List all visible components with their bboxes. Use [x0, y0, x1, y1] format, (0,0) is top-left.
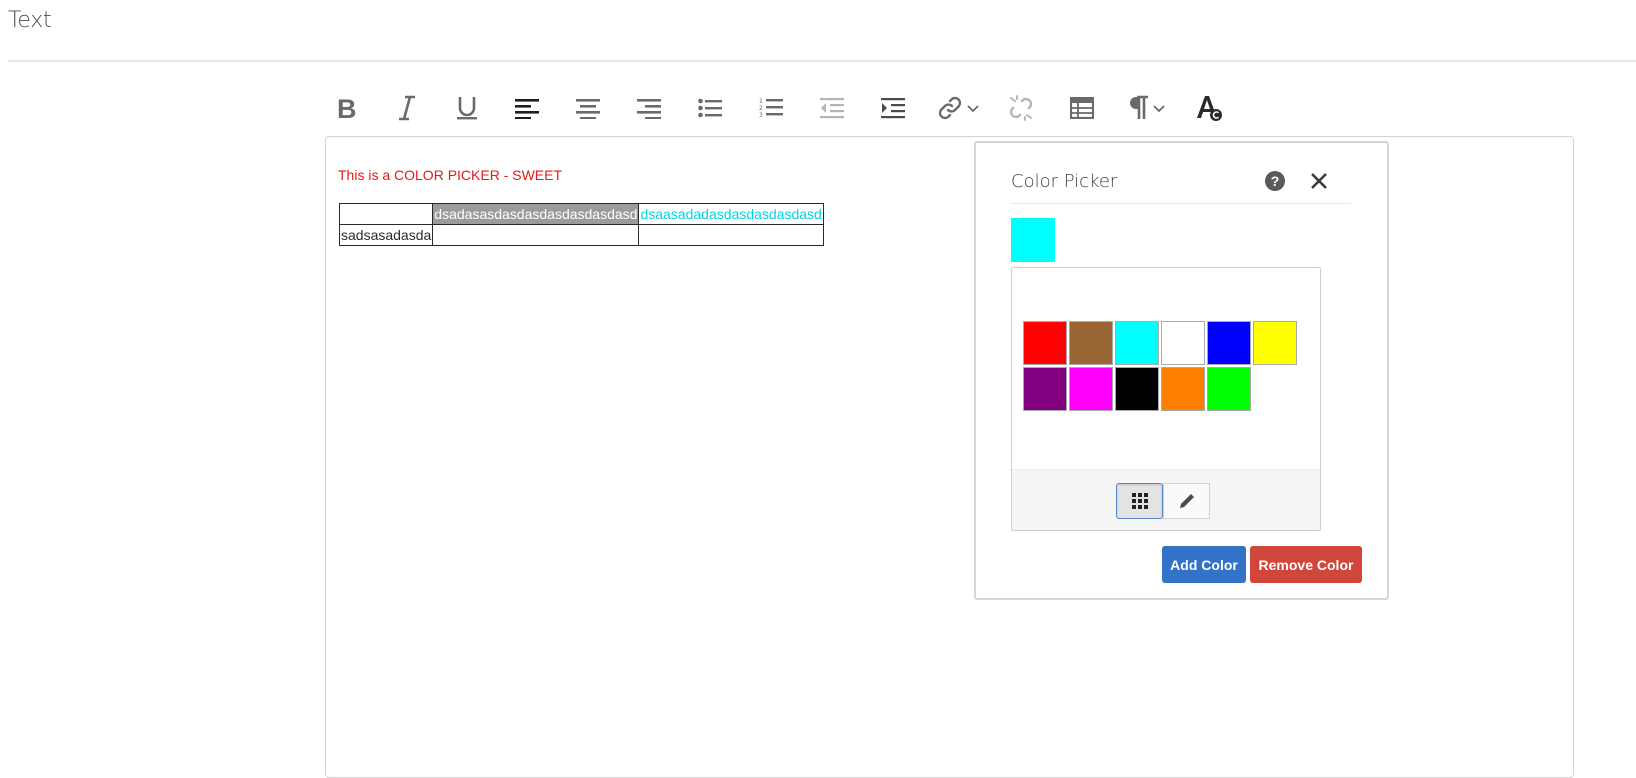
picker-mode-bar — [1012, 469, 1320, 530]
table-cell[interactable] — [432, 224, 640, 246]
svg-text:B: B — [337, 95, 357, 121]
selected-color-preview — [1011, 218, 1055, 262]
help-icon[interactable]: ? — [1265, 171, 1285, 191]
content-table: dsadasasdasdasdasdasdasdasd dsaasadadasd… — [338, 203, 824, 246]
paragraph-icon — [1130, 95, 1148, 119]
align-center-button[interactable] — [575, 88, 601, 128]
italic-button[interactable] — [394, 88, 420, 128]
bold-button[interactable]: B — [334, 88, 360, 128]
color-swatch[interactable] — [1115, 367, 1159, 411]
align-left-button[interactable] — [514, 88, 540, 128]
table-cell[interactable]: dsaasadadasdasdasdasdasd — [638, 203, 824, 225]
underline-button[interactable] — [454, 88, 480, 128]
colored-text-line: This is a COLOR PICKER - SWEET — [338, 167, 563, 183]
color-picker-header: Color Picker ? — [1011, 163, 1351, 204]
numbered-list-icon: 1 2 3 — [759, 98, 783, 119]
pencil-icon — [1179, 494, 1194, 508]
svg-text:3: 3 — [759, 112, 763, 119]
color-swatch[interactable] — [1161, 321, 1205, 365]
color-swatch[interactable] — [1069, 367, 1113, 411]
close-icon[interactable] — [1305, 167, 1333, 195]
remove-color-button[interactable]: Remove Color — [1250, 546, 1362, 583]
table-cell[interactable] — [638, 224, 824, 246]
color-picker-title: Color Picker — [1011, 171, 1118, 192]
color-swatch[interactable] — [1253, 321, 1297, 365]
unlink-button[interactable] — [1008, 88, 1034, 128]
color-swatch[interactable] — [1023, 321, 1067, 365]
swatch-panel — [1011, 267, 1321, 531]
bullet-list-icon — [698, 98, 722, 118]
color-swatch[interactable] — [1069, 321, 1113, 365]
align-right-icon — [637, 99, 661, 119]
italic-icon — [399, 95, 415, 121]
unlink-icon — [1009, 95, 1033, 121]
text-color-button[interactable] — [1194, 88, 1224, 128]
color-swatch[interactable] — [1115, 321, 1159, 365]
color-swatch[interactable] — [1023, 367, 1067, 411]
grid-icon — [1131, 493, 1148, 509]
outdent-icon — [820, 98, 844, 119]
align-left-icon — [515, 99, 539, 119]
svg-text:2: 2 — [759, 105, 763, 112]
link-button[interactable] — [933, 88, 983, 128]
align-center-icon — [576, 99, 600, 119]
underline-icon — [457, 97, 477, 120]
chevron-down-icon — [967, 105, 979, 113]
color-swatch[interactable] — [1161, 367, 1205, 411]
table-cell[interactable] — [338, 203, 434, 225]
table-icon — [1070, 97, 1094, 119]
page-title: Text — [8, 8, 52, 33]
bold-icon: B — [337, 95, 357, 121]
align-right-button[interactable] — [636, 88, 662, 128]
table-cell[interactable]: sadsasadasda — [338, 224, 434, 246]
indent-icon — [881, 98, 905, 119]
bullet-list-button[interactable] — [697, 88, 723, 128]
chevron-down-icon — [1153, 105, 1165, 113]
numbered-list-button[interactable]: 1 2 3 — [758, 88, 784, 128]
color-swatch[interactable] — [1207, 367, 1251, 411]
text-color-icon — [1197, 96, 1222, 121]
indent-button[interactable] — [880, 88, 906, 128]
outdent-button[interactable] — [819, 88, 845, 128]
edit-mode-button[interactable] — [1163, 483, 1210, 519]
table-cell[interactable]: dsadasasdasdasdasdasdasdasd — [432, 203, 640, 225]
svg-text:1: 1 — [759, 98, 763, 105]
add-color-button[interactable]: Add Color — [1162, 546, 1246, 583]
table-row: dsadasasdasdasdasdasdasdasd dsaasadadasd… — [338, 203, 824, 225]
table-row: sadsasadasda — [338, 224, 824, 246]
color-picker-dialog: Color Picker ? Add Color Remove Color — [974, 141, 1389, 600]
link-icon — [938, 96, 962, 120]
paragraph-button[interactable] — [1124, 88, 1170, 128]
title-divider — [8, 60, 1636, 62]
color-swatch[interactable] — [1207, 321, 1251, 365]
table-button[interactable] — [1069, 88, 1095, 128]
swatch-mode-button[interactable] — [1116, 483, 1163, 519]
